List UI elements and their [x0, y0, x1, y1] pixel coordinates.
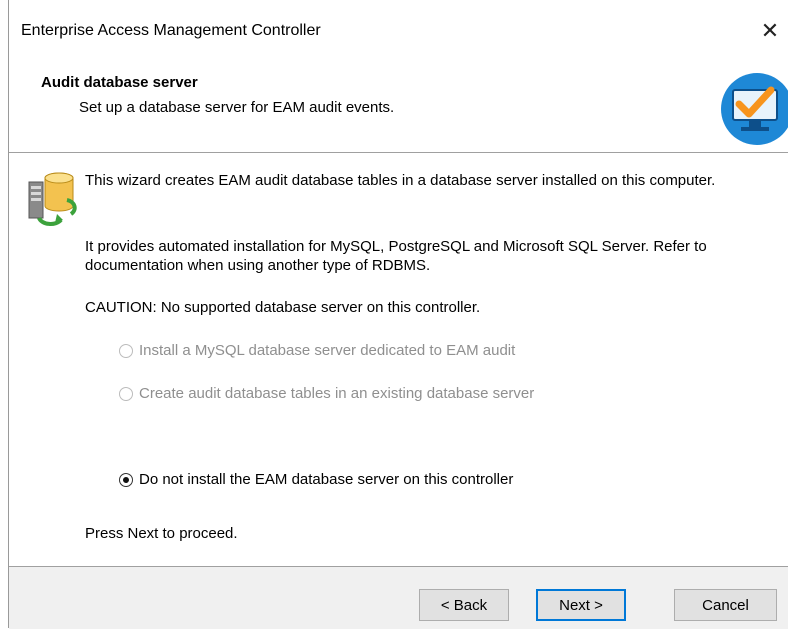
wizard-footer: < Back Next > Cancel	[9, 566, 788, 629]
database-server-icon	[28, 172, 77, 226]
window-title: Enterprise Access Management Controller	[21, 22, 321, 39]
wizard-dialog: Enterprise Access Management Controller …	[8, 0, 788, 629]
radio-button-unchecked[interactable]	[119, 386, 133, 401]
option-label: Install a MySQL database server dedicate…	[139, 342, 516, 359]
back-button[interactable]: < Back	[419, 589, 509, 621]
option-install-mysql[interactable]: Install a MySQL database server dedicate…	[119, 342, 515, 359]
proceed-text: Press Next to proceed.	[85, 525, 238, 542]
caution-text: CAUTION: No supported database server on…	[85, 299, 481, 316]
wizard-body: This wizard creates EAM audit database t…	[9, 154, 788, 566]
monitor-checkmark-icon	[721, 73, 788, 145]
title-bar: Enterprise Access Management Controller …	[9, 0, 788, 66]
cancel-button[interactable]: Cancel	[674, 589, 777, 621]
intro-text: This wizard creates EAM audit database t…	[85, 172, 716, 189]
option-do-not-install[interactable]: Do not install the EAM database server o…	[119, 471, 513, 488]
automation-note: It provides automated installation for M…	[85, 238, 707, 274]
page-title: Audit database server	[41, 74, 198, 91]
radio-dot	[123, 476, 129, 483]
radio-button-unchecked[interactable]	[119, 343, 133, 358]
option-label: Create audit database tables in an exist…	[139, 385, 535, 402]
option-existing-server[interactable]: Create audit database tables in an exist…	[119, 385, 534, 402]
close-icon: ✕	[760, 18, 780, 43]
next-button[interactable]: Next >	[536, 589, 626, 621]
option-label: Do not install the EAM database server o…	[139, 471, 514, 488]
close-button[interactable]: ✕	[753, 14, 787, 48]
page-subtitle: Set up a database server for EAM audit e…	[79, 99, 395, 116]
radio-button-checked[interactable]	[119, 472, 133, 487]
wizard-header: Audit database server Set up a database …	[9, 66, 788, 153]
